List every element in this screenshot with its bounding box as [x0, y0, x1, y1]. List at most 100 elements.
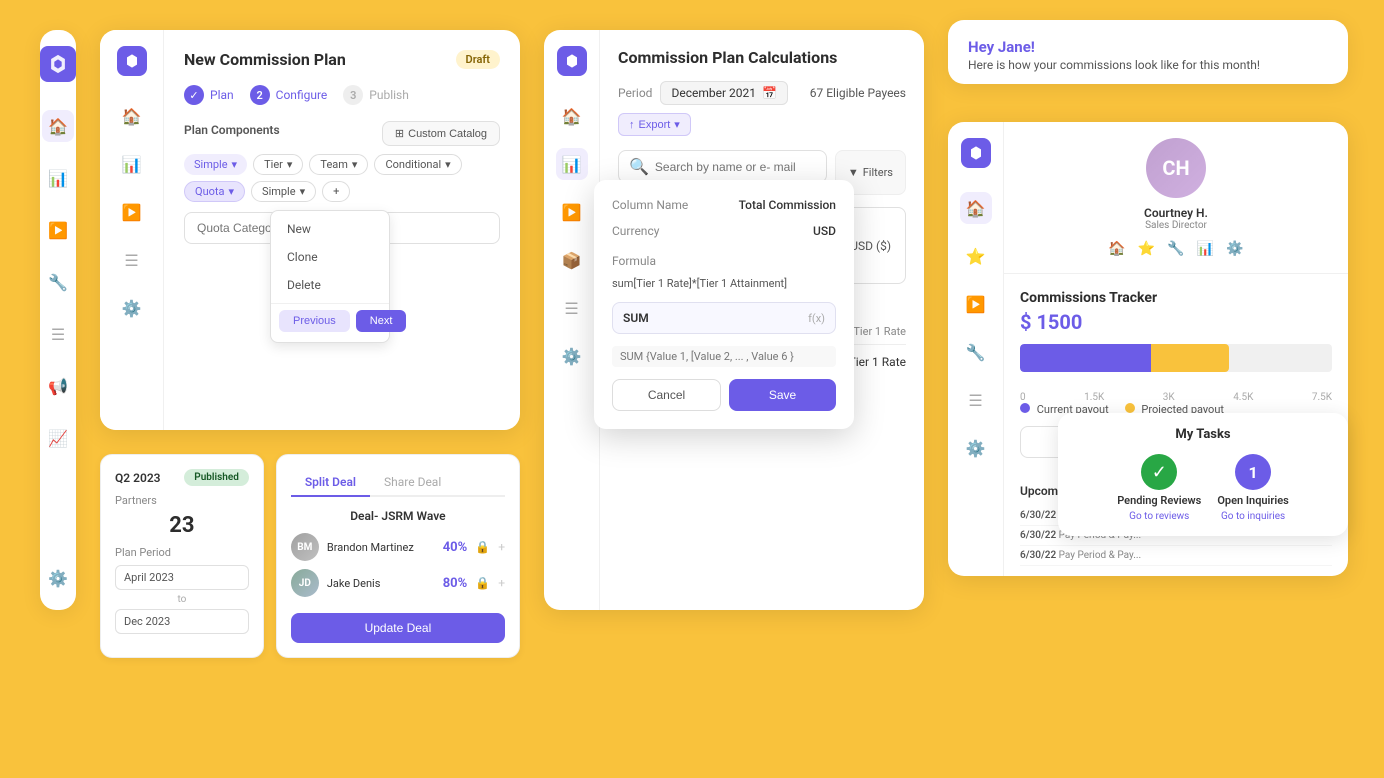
tracker-amount: $ 1500 — [1020, 310, 1332, 334]
pending-reviews-stat: ✓ Pending Reviews Go to reviews — [1117, 454, 1201, 522]
calendar-icon: 📅 — [762, 86, 777, 100]
pending-reviews-sub[interactable]: Go to reviews — [1129, 511, 1189, 522]
main-container: 🏠 📊 ▶️ 🔧 ☰ 📢 📈 ⚙️ 🏠 📊 ▶️ ☰ — [0, 0, 1384, 778]
dropdown-clone[interactable]: Clone — [271, 243, 389, 271]
lock-icon: 🔒 — [475, 540, 490, 554]
sidebar-item-media[interactable]: ▶️ — [42, 214, 74, 246]
prev-button[interactable]: Previous — [279, 310, 350, 332]
tag-conditional[interactable]: Conditional ▾ — [374, 154, 461, 175]
step-publish-label: Publish — [369, 88, 409, 102]
tab-share-deal[interactable]: Share Deal — [370, 469, 455, 495]
split-tabs: Split Deal Share Deal — [291, 469, 505, 497]
q2-card: Q2 2023 Published Partners 23 Plan Perio… — [100, 454, 264, 658]
sidebar-item-campaigns[interactable]: 📢 — [42, 370, 74, 402]
avatar-jake: JD — [291, 569, 319, 597]
filter-icon: ▼ — [848, 166, 859, 179]
tag-tier[interactable]: Tier ▾ — [253, 154, 303, 175]
main-sidebar: 🏠 📊 ▶️ 🔧 ☰ 📢 📈 ⚙️ — [40, 30, 76, 610]
period-value[interactable]: December 2021 📅 — [660, 81, 787, 105]
formula-label: Formula — [612, 254, 656, 268]
bar-chart — [1020, 344, 1332, 384]
to-label: to — [115, 594, 249, 605]
open-inquiries-label: Open Inquiries — [1217, 494, 1288, 507]
cancel-button[interactable]: Cancel — [612, 379, 721, 411]
person2-name: Jake Denis — [327, 577, 435, 590]
open-inquiries-sub[interactable]: Go to inquiries — [1221, 511, 1285, 522]
profile-name: Courtney H. — [1144, 206, 1208, 220]
tag-bar: Simple ▾ Tier ▾ Team ▾ Conditional ▾ Quo… — [184, 154, 500, 202]
panel-header: New Commission Plan Draft — [184, 50, 500, 69]
right-panel-wrapper: Hey Jane! Here is how your commissions l… — [948, 20, 1348, 576]
sidebar-item-settings[interactable]: ⚙️ — [42, 562, 74, 594]
tag-simple2[interactable]: Simple ▾ — [251, 181, 316, 202]
tag-quota[interactable]: Quota ▾ — [184, 181, 245, 202]
payees-count: 67 Eligible Payees — [810, 86, 906, 100]
formula-sum: SUM — [623, 311, 649, 325]
profile-gear-icon[interactable]: ⚙️ — [1226, 241, 1243, 257]
left-panel-wrapper: 🏠 📊 ▶️ ☰ ⚙️ New Commission Plan Draft ✓ … — [100, 20, 520, 658]
middle-panel-wrapper: 🏠 📊 ▶️ 📦 ☰ ⚙️ Commission Plan Calculatio… — [544, 20, 924, 610]
deal-row-2: JD Jake Denis 80% 🔒 + — [291, 569, 505, 597]
greeting-sub: Here is how your commissions look like f… — [968, 58, 1328, 72]
right-wrench-icon[interactable]: 🔧 — [960, 336, 992, 368]
sidebar-item-reports[interactable]: ☰ — [42, 318, 74, 350]
profile-icons: 🏠 ⭐ 🔧 📊 ⚙️ — [1108, 241, 1243, 257]
next-button[interactable]: Next — [356, 310, 407, 332]
mid-box-icon[interactable]: 📦 — [556, 244, 588, 276]
currency-label: Currency — [612, 224, 659, 238]
profile-star-icon[interactable]: ⭐ — [1138, 241, 1155, 257]
sidebar-item-stats[interactable]: 📈 — [42, 422, 74, 454]
step-plan-label: Plan — [210, 88, 234, 102]
period-text: December 2021 — [671, 86, 756, 100]
search-icon: 🔍 — [629, 157, 649, 176]
export-icon: ↑ — [629, 119, 635, 131]
chevron-down-icon: ▾ — [674, 118, 680, 131]
left-panel-home-icon[interactable]: 🏠 — [116, 100, 148, 132]
custom-catalog-button[interactable]: ⊞ Custom Catalog — [382, 121, 500, 146]
profile-home-icon[interactable]: 🏠 — [1108, 241, 1125, 257]
profile-avatar: CH — [1146, 138, 1206, 198]
dropdown-footer: Previous Next — [271, 303, 389, 338]
app-logo — [40, 46, 76, 82]
sidebar-item-tools[interactable]: 🔧 — [42, 266, 74, 298]
profile-wrench-icon[interactable]: 🔧 — [1167, 241, 1184, 257]
greeting-panel: Hey Jane! Here is how your commissions l… — [948, 20, 1348, 84]
period-label: Period — [618, 86, 652, 100]
right-list-icon[interactable]: ☰ — [960, 384, 992, 416]
bar-background — [1020, 344, 1332, 372]
dropdown-new[interactable]: New — [271, 215, 389, 243]
search-input[interactable] — [655, 160, 816, 174]
sidebar-item-analytics[interactable]: 📊 — [42, 162, 74, 194]
right-gear-icon[interactable]: ⚙️ — [960, 432, 992, 464]
profile-chart-icon[interactable]: 📊 — [1197, 241, 1214, 257]
tag-simple[interactable]: Simple ▾ — [184, 154, 247, 175]
add-icon2[interactable]: + — [498, 576, 505, 590]
dropdown-delete[interactable]: Delete — [271, 271, 389, 299]
right-star-icon[interactable]: ⭐ — [960, 240, 992, 272]
mid-play-icon[interactable]: ▶️ — [556, 196, 588, 228]
tab-split-deal[interactable]: Split Deal — [291, 469, 370, 497]
sidebar-item-home[interactable]: 🏠 — [42, 110, 74, 142]
add-icon[interactable]: + — [498, 540, 505, 554]
mid-gear-icon[interactable]: ⚙️ — [556, 340, 588, 372]
update-deal-button[interactable]: Update Deal — [291, 613, 505, 643]
bar-label-75k: 7.5K — [1312, 392, 1332, 403]
inquiries-count-badge: 1 — [1235, 454, 1271, 490]
tag-team[interactable]: Team ▾ — [309, 154, 368, 175]
left-panel-sidebar: 🏠 📊 ▶️ ☰ ⚙️ — [100, 30, 164, 430]
mid-list-icon[interactable]: ☰ — [556, 292, 588, 324]
tag-add[interactable]: + — [322, 181, 350, 202]
mid-home-icon[interactable]: 🏠 — [556, 100, 588, 132]
avatar-img-jake: JD — [291, 569, 319, 597]
save-button[interactable]: Save — [729, 379, 836, 411]
mid-chart-icon[interactable]: 📊 — [556, 148, 588, 180]
export-button[interactable]: ↑ Export ▾ — [618, 113, 691, 136]
left-panel-list-icon[interactable]: ☰ — [116, 244, 148, 276]
right-home-icon[interactable]: 🏠 — [960, 192, 992, 224]
left-panel-gear-icon[interactable]: ⚙️ — [116, 292, 148, 324]
right-play-icon[interactable]: ▶️ — [960, 288, 992, 320]
legend-dot-yellow — [1125, 403, 1135, 413]
left-panel-chart-icon[interactable]: 📊 — [116, 148, 148, 180]
right-logo — [961, 138, 991, 168]
left-panel-play-icon[interactable]: ▶️ — [116, 196, 148, 228]
